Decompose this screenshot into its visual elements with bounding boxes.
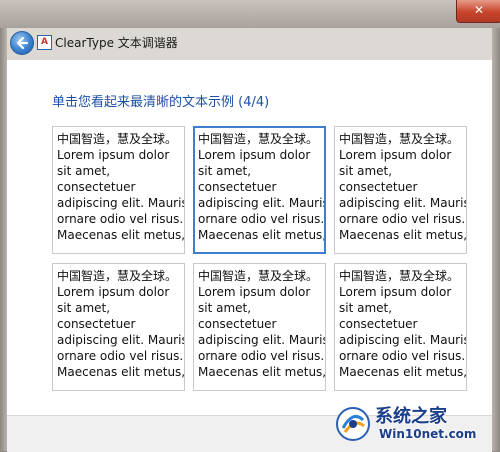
sample-text-line: consectetuer [339, 317, 418, 331]
page-heading: 单击您看起来最清晰的文本示例 (4/4) [52, 95, 270, 110]
sample-text-line: sit amet, [198, 301, 252, 315]
sample-text-line: consectetuer [57, 180, 136, 194]
sample-text-line: adipiscing elit. Mauris [57, 196, 185, 210]
sample-text-line: consectetuer [198, 180, 277, 194]
close-button[interactable]: ✕ [456, 0, 500, 23]
sample-text-line: 中国智造，慧及全球。 [57, 269, 178, 283]
text-sample-1[interactable]: 中国智造，慧及全球。 Lorem ipsum dolor sit amet, cons… [52, 126, 185, 254]
sample-text-line: ornare odio vel risus. [57, 349, 184, 363]
window-frame-left [0, 28, 7, 451]
sample-text-line: Maecenas elit metus, [339, 365, 467, 379]
sample-text-line: Lorem ipsum dolor [198, 148, 311, 162]
sample-text-line: ornare odio vel risus. [339, 349, 466, 363]
sample-text-line: consectetuer [198, 317, 277, 331]
text-sample-3[interactable]: 中国智造，慧及全球。 Lorem ipsum dolor sit amet, cons… [334, 126, 467, 254]
sample-text-line: 中国智造，慧及全球。 [339, 132, 460, 146]
sample-text-line: Lorem ipsum dolor [57, 285, 170, 299]
sample-text-line: sit amet, [339, 164, 393, 178]
sample-text-line: 中国智造，慧及全球。 [339, 269, 460, 283]
sample-text-line: Maecenas elit metus, [57, 228, 185, 242]
sample-text-line: adipiscing elit. Mauris [339, 196, 467, 210]
watermark-site: Win10net.com [379, 427, 477, 441]
sample-text-line: consectetuer [339, 180, 418, 194]
sample-text-line: Maecenas elit metus, [57, 365, 185, 379]
window-frame-right [492, 28, 500, 451]
text-sample-4[interactable]: 中国智造，慧及全球。 Lorem ipsum dolor sit amet, cons… [52, 263, 185, 391]
sample-text-line: adipiscing elit. Mauris [198, 333, 326, 347]
sample-text-line: adipiscing elit. Mauris [57, 333, 185, 347]
sample-text-line: adipiscing elit. Mauris [339, 333, 467, 347]
sample-text-line: ornare odio vel risus. [339, 212, 466, 226]
text-sample-5[interactable]: 中国智造，慧及全球。 Lorem ipsum dolor sit amet, cons… [193, 263, 326, 391]
window-title: ClearType 文本调谐器 [55, 36, 178, 50]
window-titlebar [0, 0, 500, 28]
sample-text-line: Lorem ipsum dolor [339, 285, 452, 299]
cleartype-app-icon: A [37, 35, 52, 50]
watermark-logo-icon [336, 407, 370, 441]
sample-text-line: Maecenas elit metus, [198, 365, 326, 379]
sample-text-line: ornare odio vel risus. [198, 212, 325, 226]
sample-text-line: sit amet, [339, 301, 393, 315]
sample-text-line: sit amet, [57, 301, 111, 315]
sample-text-line: adipiscing elit. Mauris [198, 196, 326, 210]
sample-text-line: consectetuer [57, 317, 136, 331]
back-arrow-icon [16, 36, 29, 50]
watermark: 系统之家 Win10net.com [335, 400, 495, 448]
sample-text-line: Maecenas elit metus, [339, 228, 467, 242]
watermark-name: 系统之家 [375, 406, 447, 427]
sample-text-line: 中国智造，慧及全球。 [198, 132, 319, 146]
sample-text-line: Lorem ipsum dolor [198, 285, 311, 299]
sample-text-line: sit amet, [198, 164, 252, 178]
sample-text-line: ornare odio vel risus. [57, 212, 184, 226]
sample-text-line: 中国智造，慧及全球。 [57, 132, 178, 146]
text-sample-2[interactable]: 中国智造，慧及全球。 Lorem ipsum dolor sit amet, cons… [193, 126, 326, 254]
sample-text-line: sit amet, [57, 164, 111, 178]
text-sample-6[interactable]: 中国智造，慧及全球。 Lorem ipsum dolor sit amet, cons… [334, 263, 467, 391]
sample-text-line: Maecenas elit metus, [198, 228, 326, 242]
sample-text-line: ornare odio vel risus. [198, 349, 325, 363]
sample-text-line: Lorem ipsum dolor [339, 148, 452, 162]
sample-text-line: Lorem ipsum dolor [57, 148, 170, 162]
sample-text-line: 中国智造，慧及全球。 [198, 269, 319, 283]
back-button[interactable] [10, 31, 34, 55]
